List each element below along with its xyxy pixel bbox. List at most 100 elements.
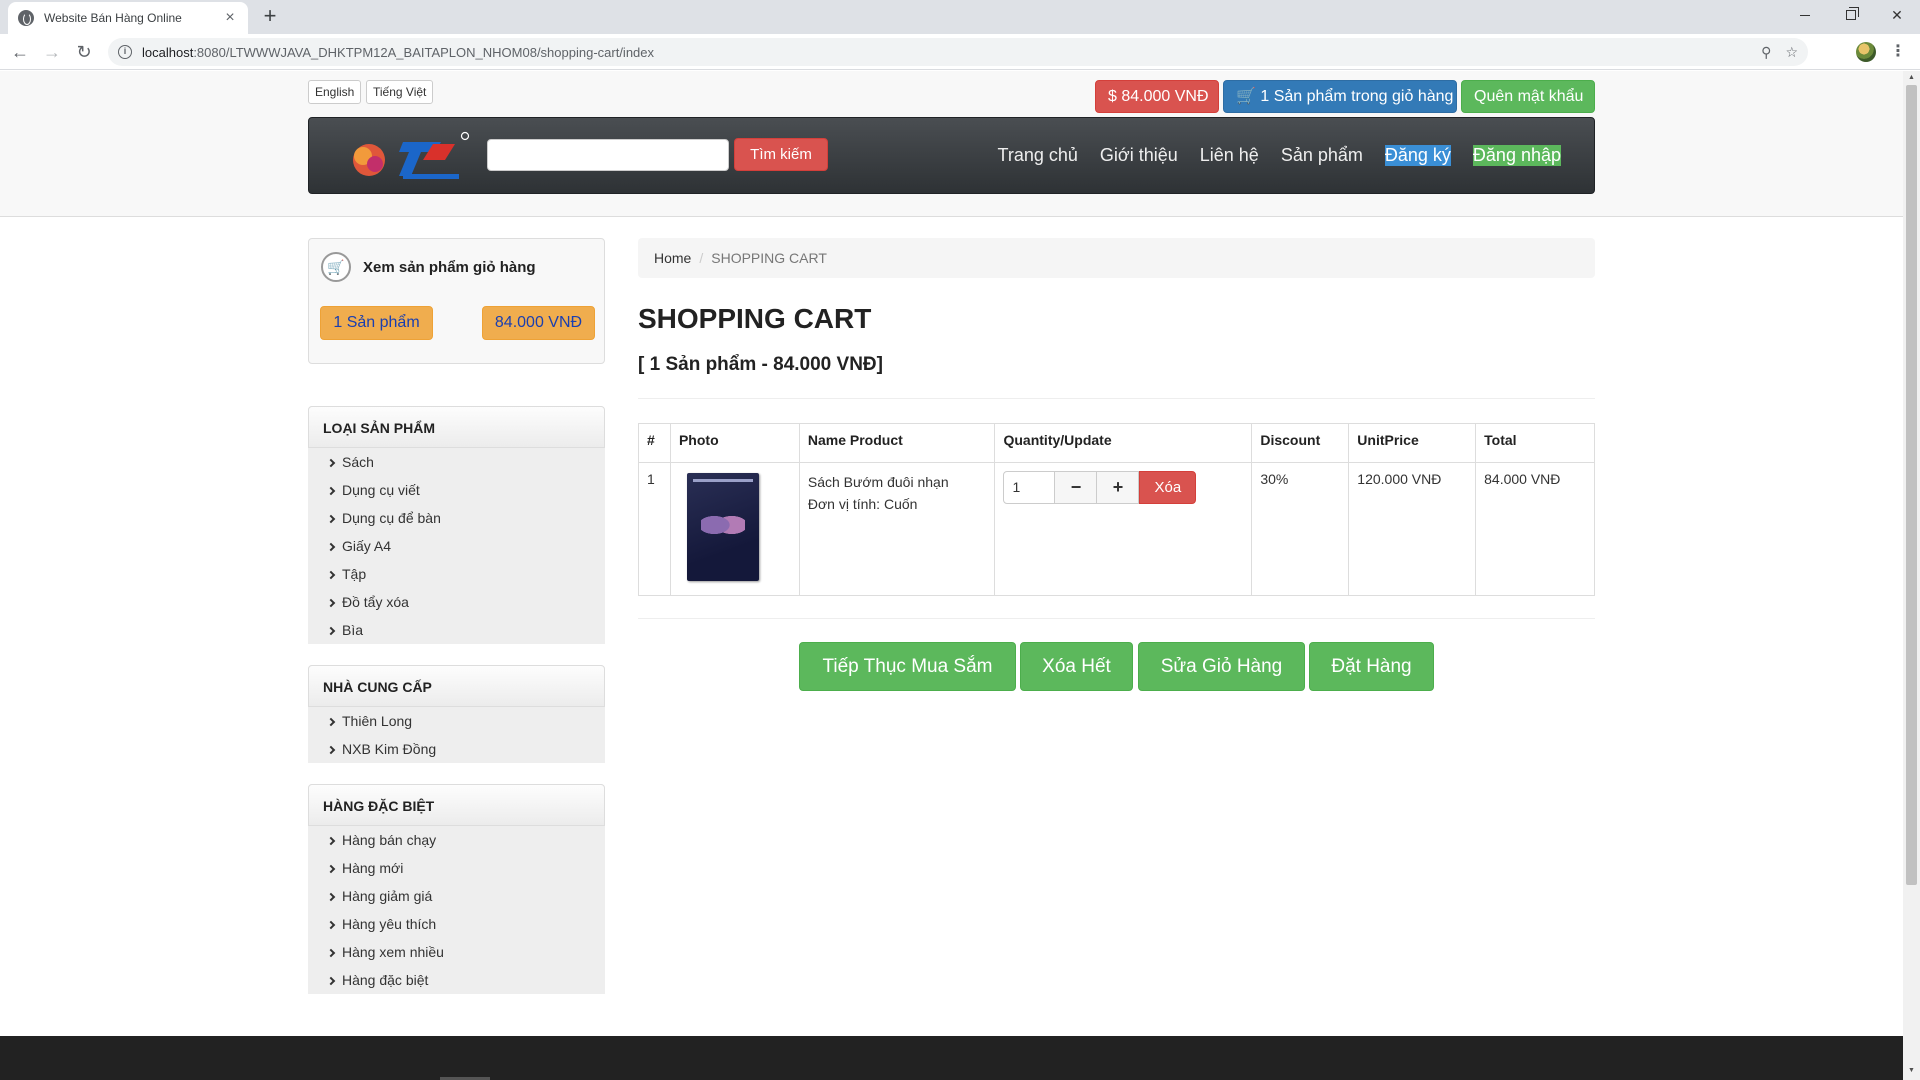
chevron-right-icon [326,458,336,468]
browser-tab[interactable]: Website Bán Hàng Online × [8,2,248,34]
sidebar-item-label: Đồ tẩy xóa [342,594,409,610]
language-vietnamese-button[interactable]: Tiếng Việt [366,80,434,104]
cart-summary-button[interactable]: 🛒 1 Sản phẩm trong giỏ hàng [1223,80,1457,113]
site-footer [0,1036,1903,1080]
chevron-right-icon [326,864,336,874]
sidebar-item-giam-gia[interactable]: Hàng giảm giá [308,882,605,910]
product-name[interactable]: Sách Bướm đuôi nhạn [808,471,987,493]
chevron-right-icon [326,745,336,755]
globe-icon [18,10,34,26]
tab-title: Website Bán Hàng Online [44,11,182,25]
chevron-right-icon [326,626,336,636]
sidebar-item-label: Hàng giảm giá [342,888,433,904]
product-photo[interactable] [686,473,759,581]
sidebar-cart-panel: 🛒 Xem sản phẩm giỏ hàng 1 Sản phẩm 84.00… [308,238,605,364]
new-tab-button[interactable]: + [258,5,282,29]
increase-quantity-button[interactable]: + [1097,471,1140,504]
close-tab-icon[interactable]: × [222,10,238,26]
forgot-password-button[interactable]: Quên mật khẩu [1461,80,1595,113]
sidebar-item-label: Hàng yêu thích [342,916,437,932]
cart-price-button[interactable]: $ 84.000 VNĐ [1095,80,1219,113]
quantity-input[interactable]: 1 [1003,471,1056,504]
sidebar-item-yeu-thich[interactable]: Hàng yêu thích [308,910,605,938]
column-header: Total [1475,423,1595,463]
sidebar-item-moi[interactable]: Hàng mới [308,854,605,882]
product-name-cell: Sách Bướm đuôi nhạn Đơn vị tính: Cuốn [798,462,996,596]
scroll-up-arrow-icon[interactable]: ▲ [1906,73,1917,83]
sidebar-item-giay-a4[interactable]: Giấy A4 [308,532,605,560]
scrollbar-thumb[interactable] [1906,85,1917,885]
url-path: :8080/LTWWWJAVA_DHKTPM12A_BAITAPLON_NHOM… [193,44,655,60]
browser-menu-icon[interactable]: ⋮ [1890,41,1906,63]
url-text[interactable]: localhost:8080/LTWWWJAVA_DHKTPM12A_BAITA… [142,45,1747,60]
nav-link-contact[interactable]: Liên hệ [1200,145,1259,166]
discount-cell: 30% [1251,462,1350,596]
nav-link-login[interactable]: Đăng nhập [1472,145,1561,166]
language-english-button[interactable]: English [308,80,362,104]
bookmark-star-icon[interactable]: ☆ [1785,44,1798,61]
table-row: 1 Sách Bướm đuôi nhạn Đơn vị tính: Cuốn … [638,462,1595,596]
search-button[interactable]: Tìm kiếm [734,138,828,171]
sidebar-item-nxb-kim-dong[interactable]: NXB Kim Đồng [308,735,605,763]
breadcrumb: Home / SHOPPING CART [638,238,1595,278]
restore-button[interactable] [1828,0,1874,30]
shopping-cart-icon: 🛒 [321,252,351,282]
nav-link-products[interactable]: Sản phẩm [1281,145,1363,166]
scroll-down-arrow-icon[interactable]: ▼ [1906,1066,1917,1076]
sidebar-suppliers-title: NHÀ CUNG CẤP [308,665,605,707]
sidebar-item-tap[interactable]: Tập [308,560,605,588]
place-order-button[interactable]: Đặt Hàng [1309,642,1434,691]
column-header: # [638,423,671,463]
chevron-right-icon [326,514,336,524]
divider [638,618,1595,619]
cart-count-button[interactable]: 1 Sản phẩm [320,306,433,340]
sidebar-item-label: Dụng cụ để bàn [342,510,441,526]
sidebar-item-label: Giấy A4 [342,538,392,554]
sidebar-item-dung-cu-viet[interactable]: Dụng cụ viết [308,476,605,504]
chevron-right-icon [326,920,336,930]
forward-arrow-icon[interactable]: → [40,40,64,64]
browser-tabstrip: Website Bán Hàng Online × + ✕ [0,0,1920,34]
sidebar-item-thien-long[interactable]: Thiên Long [308,707,605,735]
sidebar-categories-title: LOẠI SẢN PHẨM [308,406,605,448]
cart-panel-title[interactable]: Xem sản phẩm giỏ hàng [363,259,536,276]
quantity-stepper: 1 − + Xóa [1003,471,1243,504]
close-window-button[interactable]: ✕ [1874,0,1920,30]
site-logo[interactable] [343,130,473,184]
info-icon[interactable]: i [118,45,132,59]
nav-link-about[interactable]: Giới thiệu [1100,145,1178,166]
sidebar-item-dac-biet[interactable]: Hàng đặc biệt [308,966,605,994]
sidebar-item-label: NXB Kim Đồng [342,741,437,757]
minimize-button[interactable] [1782,0,1828,30]
edit-cart-button[interactable]: Sửa Giỏ Hàng [1138,642,1305,691]
sidebar-item-xem-nhieu[interactable]: Hàng xem nhiều [308,938,605,966]
nav-link-home[interactable]: Trang chủ [998,145,1078,166]
sidebar-item-sach[interactable]: Sách [308,448,605,476]
decrease-quantity-button[interactable]: − [1055,471,1098,504]
delete-item-button[interactable]: Xóa [1139,471,1197,504]
sidebar-item-do-tay-xoa[interactable]: Đồ tẩy xóa [308,588,605,616]
page-title: SHOPPING CART [638,303,872,334]
reload-icon[interactable]: ↻ [72,40,96,64]
divider [638,398,1595,399]
cart-icon: 🛒 [1236,88,1256,105]
zoom-icon[interactable]: ⚲ [1761,44,1771,61]
sidebar-item-dung-cu-de-ban[interactable]: Dụng cụ để bàn [308,504,605,532]
profile-avatar[interactable] [1856,42,1876,62]
sidebar-item-bia[interactable]: Bìa [308,616,605,644]
nav-link-register[interactable]: Đăng ký [1384,145,1451,166]
address-bar[interactable]: i localhost:8080/LTWWWJAVA_DHKTPM12A_BAI… [108,38,1808,66]
chevron-right-icon [326,717,336,727]
clear-cart-button[interactable]: Xóa Hết [1020,642,1133,691]
sidebar-suppliers: NHÀ CUNG CẤP Thiên Long NXB Kim Đồng [308,665,605,763]
photo-cell [669,462,800,596]
breadcrumb-home-link[interactable]: Home [654,250,691,266]
cart-total-button[interactable]: 84.000 VNĐ [482,306,595,340]
search-input[interactable] [487,139,729,171]
back-arrow-icon[interactable]: ← [8,40,32,64]
cart-summary-label: 1 Sản phẩm trong giỏ hàng [1260,88,1454,105]
sidebar-item-ban-chay[interactable]: Hàng bán chạy [308,826,605,854]
minimize-icon [1800,14,1810,16]
continue-shopping-button[interactable]: Tiếp Thục Mua Sắm [799,642,1016,691]
column-header: UnitPrice [1348,423,1477,463]
